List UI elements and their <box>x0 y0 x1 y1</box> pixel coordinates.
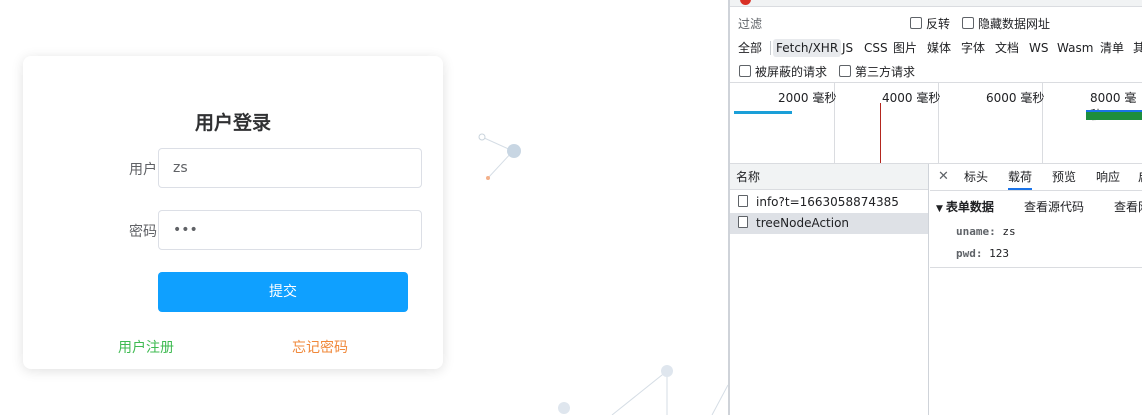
blocked-requests-label: 被屏蔽的请求 <box>755 65 828 79</box>
record-icon[interactable] <box>740 0 751 5</box>
type-wasm[interactable]: Wasm <box>1054 39 1096 57</box>
type-css[interactable]: CSS <box>861 39 891 57</box>
timeline-request-bar <box>734 111 792 114</box>
resource-type-filters: 全部 Fetch/XHR JS CSS 图片 媒体 字体 文档 WS Wasm … <box>730 39 1142 59</box>
type-ws[interactable]: WS <box>1026 39 1051 57</box>
username-input[interactable]: zs <box>158 148 422 188</box>
type-js[interactable]: JS <box>839 39 856 57</box>
timeline-label: 6000 毫秒 <box>986 91 1045 105</box>
file-icon <box>738 195 748 207</box>
form-key: pwd: <box>956 247 983 260</box>
file-icon <box>738 216 748 228</box>
form-key: uname: <box>956 225 996 238</box>
type-other[interactable]: 其 <box>1130 39 1142 57</box>
third-party-checkbox[interactable]: 第三方请求 <box>839 63 915 80</box>
request-list: 名称 info?t=1663058874385 treeNodeAction <box>730 164 929 415</box>
password-input[interactable]: ••• <box>158 210 422 250</box>
login-title: 用户登录 <box>194 112 271 134</box>
details-tab-bar: ✕ 标头 载荷 预览 响应 启 <box>930 164 1142 191</box>
tab-initiator[interactable]: 启 <box>1138 164 1142 190</box>
devtools-toolbar <box>730 0 1142 7</box>
username-value: zs <box>173 160 188 176</box>
timeline-label: 4000 毫秒 <box>882 91 941 105</box>
form-data-title[interactable]: 表单数据 <box>946 200 994 214</box>
close-icon[interactable]: ✕ <box>938 164 949 190</box>
submit-button[interactable]: 提交 <box>158 272 408 312</box>
invert-label: 反转 <box>926 17 951 31</box>
form-entry: uname: zs <box>956 225 1016 238</box>
checkbox-icon <box>739 65 751 77</box>
expand-triangle-icon[interactable]: ▼ <box>936 204 943 214</box>
timeline-overview[interactable]: 2000 毫秒 4000 毫秒 6000 毫秒 8000 毫秒 <box>730 82 1142 164</box>
hide-data-urls-checkbox[interactable]: 隐藏数据网址 <box>962 15 1050 32</box>
forgot-password-link[interactable]: 忘记密码 <box>292 337 348 357</box>
login-card: 用户登录 用户 zs 密码 ••• 提交 用户注册 忘记密码 <box>23 56 443 369</box>
timeline-request-bar <box>1086 110 1142 120</box>
hide-data-urls-label: 隐藏数据网址 <box>978 17 1051 31</box>
tab-payload[interactable]: 载荷 <box>1008 164 1033 190</box>
type-divider <box>770 41 771 55</box>
type-media[interactable]: 媒体 <box>924 39 954 57</box>
devtools-network-panel: 过滤 反转 隐藏数据网址 全部 Fetch/XHR JS CSS 图片 媒体 字… <box>728 0 1142 415</box>
register-link[interactable]: 用户注册 <box>118 337 174 357</box>
blocked-requests-checkbox[interactable]: 被屏蔽的请求 <box>739 63 827 80</box>
checkbox-icon <box>839 65 851 77</box>
form-value: zs <box>1002 225 1016 238</box>
password-value: ••• <box>173 222 198 238</box>
form-value: 123 <box>989 247 1009 260</box>
type-doc[interactable]: 文档 <box>992 39 1022 57</box>
invert-checkbox[interactable]: 反转 <box>910 15 950 32</box>
checkbox-icon <box>962 17 974 29</box>
form-entry: pwd: 123 <box>956 247 1009 260</box>
timeline-label: 2000 毫秒 <box>778 91 837 105</box>
name-column-header[interactable]: 名称 <box>730 164 928 190</box>
view-url-encoded-link[interactable]: 查看网 <box>1114 198 1142 215</box>
section-divider <box>930 267 1142 268</box>
filter-input[interactable] <box>762 11 902 31</box>
tab-headers[interactable]: 标头 <box>964 164 988 190</box>
type-fetch-xhr[interactable]: Fetch/XHR <box>773 39 842 57</box>
request-details: ✕ 标头 载荷 预览 响应 启 ▼表单数据 查看源代码 查看网 uname: z… <box>930 164 1142 415</box>
type-all[interactable]: 全部 <box>735 39 765 57</box>
web-page: 用户登录 用户 zs 密码 ••• 提交 用户注册 忘记密码 <box>0 0 728 415</box>
checkbox-icon <box>910 17 922 29</box>
tab-preview[interactable]: 预览 <box>1052 164 1076 190</box>
request-row[interactable]: info?t=1663058874385 <box>730 192 928 213</box>
timeline-load-marker <box>880 103 881 163</box>
form-data-section: ▼表单数据 查看源代码 查看网 <box>936 198 1142 215</box>
third-party-label: 第三方请求 <box>855 65 916 79</box>
type-font[interactable]: 字体 <box>958 39 988 57</box>
type-img[interactable]: 图片 <box>890 39 920 57</box>
type-manifest[interactable]: 清单 <box>1097 39 1127 57</box>
tab-response[interactable]: 响应 <box>1096 164 1120 190</box>
request-name: info?t=1663058874385 <box>756 195 899 209</box>
view-source-link[interactable]: 查看源代码 <box>1024 198 1084 215</box>
request-row-selected[interactable]: treeNodeAction <box>730 213 928 234</box>
request-name: treeNodeAction <box>756 216 850 230</box>
filter-label: 过滤 <box>738 17 763 31</box>
